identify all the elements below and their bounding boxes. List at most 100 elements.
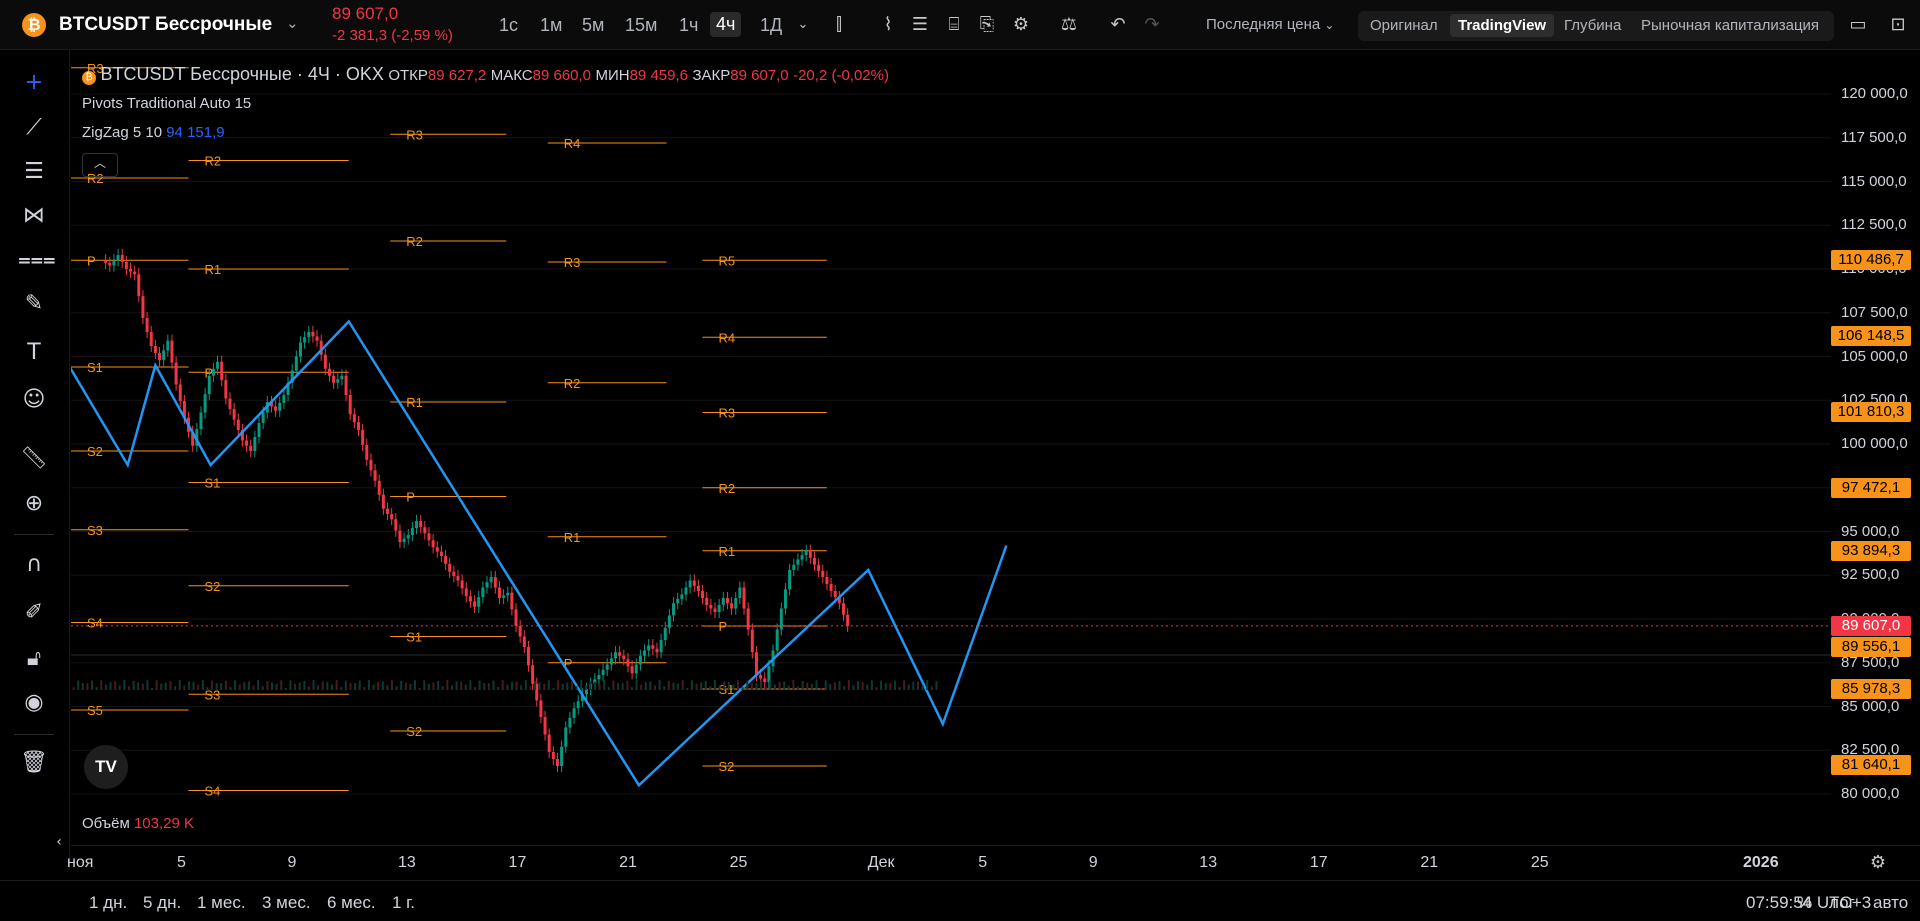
price-label: 110 486,7 — [1831, 250, 1911, 271]
price-type-selector[interactable]: Последняя цена ⌄ — [1206, 16, 1334, 33]
volume-bar — [432, 682, 435, 690]
volume-bar — [206, 687, 209, 690]
compare-scale-icon[interactable]: ⚖ — [1056, 12, 1082, 38]
magnet-icon[interactable]: ∩ — [18, 549, 50, 581]
volume-bar — [81, 683, 84, 690]
candles-chart-icon[interactable]: ⫿ — [826, 12, 852, 38]
range-5d[interactable]: 5 дн. — [143, 893, 181, 913]
candle — [630, 666, 634, 674]
chart-pane[interactable]: R3R2PS1S2S3S4S5R3R2R1PS1S2S3S4R3R2R1PS1S… — [71, 50, 1831, 805]
redo-icon[interactable]: ↷ — [1139, 12, 1165, 38]
percent-scale-toggle[interactable]: % — [1797, 893, 1812, 913]
candle — [133, 271, 137, 275]
tradingview-logo[interactable]: TV — [84, 745, 128, 789]
timeframe-1h[interactable]: 1ч — [679, 15, 698, 36]
tab-original[interactable]: Оригинал — [1370, 17, 1438, 34]
volume-bar — [77, 680, 80, 690]
volume-bar — [690, 680, 693, 690]
volume-bar — [252, 685, 255, 690]
gear-icon[interactable]: ⚙ — [1008, 12, 1034, 38]
volume-bar — [409, 683, 412, 690]
volume-bar — [478, 680, 481, 690]
horizontal-lines-icon[interactable]: ☰ — [18, 156, 50, 188]
screenshot-icon[interactable]: ⊡ — [1885, 12, 1911, 38]
candle — [846, 614, 850, 626]
log-scale-toggle[interactable]: лог — [1829, 893, 1855, 913]
candle — [518, 626, 522, 637]
trash-icon[interactable]: 🗑︎ — [18, 747, 50, 779]
auto-scale-toggle[interactable]: авто — [1873, 893, 1908, 913]
candle — [307, 332, 311, 338]
gear-icon[interactable]: ⚙ — [1865, 850, 1891, 876]
symbol-selector[interactable]: BTCUSDT Бессрочные — [59, 14, 272, 36]
candle — [464, 588, 468, 597]
time-tick: 17 — [508, 854, 527, 871]
alert-icon[interactable]: ⌸ — [941, 12, 967, 38]
list-icon[interactable]: ☰ — [907, 12, 933, 38]
legend-change: -20,2 (-0,02%) — [793, 67, 889, 84]
volume-bar — [174, 686, 177, 690]
candle — [137, 274, 141, 297]
range-1m[interactable]: 1 мес. — [197, 893, 246, 913]
chevron-down-icon[interactable]: ⌄ — [286, 14, 299, 32]
candle — [717, 605, 721, 612]
replay-icon[interactable]: ⎘ — [974, 12, 1000, 38]
timeframe-5m[interactable]: 5м — [582, 15, 604, 36]
volume-bar — [238, 684, 241, 690]
trend-line-icon[interactable]: ⟋ — [18, 112, 50, 144]
time-tick: 25 — [729, 854, 748, 871]
volume-bar — [192, 681, 195, 690]
brush-icon[interactable]: ✎ — [18, 288, 50, 320]
timeframe-1s[interactable]: 1с — [499, 15, 518, 36]
range-1y[interactable]: 1 г. — [392, 893, 415, 913]
time-tick: 17 — [1309, 854, 1328, 871]
volume-bar — [104, 684, 107, 690]
pattern-icon[interactable]: ⋈ — [18, 200, 50, 232]
range-1d[interactable]: 1 дн. — [89, 893, 127, 913]
zoom-in-icon[interactable]: ⊕ — [18, 488, 50, 520]
price-label: 101 810,3 — [1831, 402, 1911, 423]
fib-icon[interactable]: ⩶ — [18, 244, 56, 276]
candle — [166, 340, 170, 351]
time-axis[interactable]: ⚙ ноя 5 9 13 17 21 25 Дек 5 9 13 17 21 25 2026 — [67, 845, 1920, 880]
pivot-label-r2: R2 — [406, 234, 423, 249]
chevron-down-icon[interactable]: ⌄ — [790, 12, 816, 38]
timeframe-1d[interactable]: 1Д — [760, 15, 782, 36]
fullscreen-icon[interactable]: ▭ — [1845, 12, 1871, 38]
volume-bar — [464, 684, 467, 690]
candle — [493, 577, 497, 588]
timeframe-1m[interactable]: 1м — [540, 15, 562, 36]
tab-depth[interactable]: Глубина — [1564, 17, 1621, 34]
range-6m[interactable]: 6 мес. — [327, 893, 376, 913]
candle — [626, 659, 630, 667]
candle — [605, 664, 609, 670]
volume-bar — [487, 683, 490, 690]
indicators-icon[interactable]: ⌇ — [875, 12, 901, 38]
range-3m[interactable]: 3 мес. — [262, 893, 311, 913]
zigzag-indicator-legend[interactable]: ZigZag 5 10 94 151,9 — [82, 124, 225, 141]
price-axis[interactable]: 120 000,0 117 500,0 115 000,0 112 500,0 110 … — [1831, 50, 1920, 805]
collapse-legend-button[interactable]: ︿ — [82, 153, 118, 177]
ruler-icon[interactable]: 📏︎ — [18, 443, 50, 475]
crosshair-icon[interactable]: + — [18, 67, 50, 99]
pivot-label-s1: S1 — [205, 476, 221, 491]
emoji-icon[interactable]: ☺ — [18, 384, 50, 416]
collapse-toolbar-icon[interactable]: ‹ — [52, 826, 66, 858]
pivot-label-s1: S1 — [406, 630, 422, 645]
volume-bar — [372, 684, 375, 690]
timeframe-4h[interactable]: 4ч — [710, 12, 742, 37]
candle — [236, 419, 240, 430]
volume-bar — [243, 681, 246, 690]
volume-bar — [312, 680, 315, 690]
lock-pencil-icon[interactable]: ✐ — [18, 597, 50, 629]
timeframe-15m[interactable]: 15м — [625, 15, 657, 36]
eye-icon[interactable]: ◉ — [18, 687, 50, 719]
pivots-indicator-legend[interactable]: Pivots Traditional Auto 15 — [82, 95, 251, 112]
price-chart[interactable]: R3R2PS1S2S3S4S5R3R2R1PS1S2S3S4R3R2R1PS1S… — [71, 50, 1831, 805]
undo-icon[interactable]: ↶ — [1105, 12, 1131, 38]
tab-market-cap[interactable]: Рыночная капитализация — [1641, 17, 1819, 34]
candle — [410, 528, 414, 535]
tab-tradingview[interactable]: TradingView — [1450, 14, 1555, 37]
lock-icon[interactable]: 🔓︎ — [18, 643, 50, 675]
text-icon[interactable]: T — [18, 337, 50, 369]
